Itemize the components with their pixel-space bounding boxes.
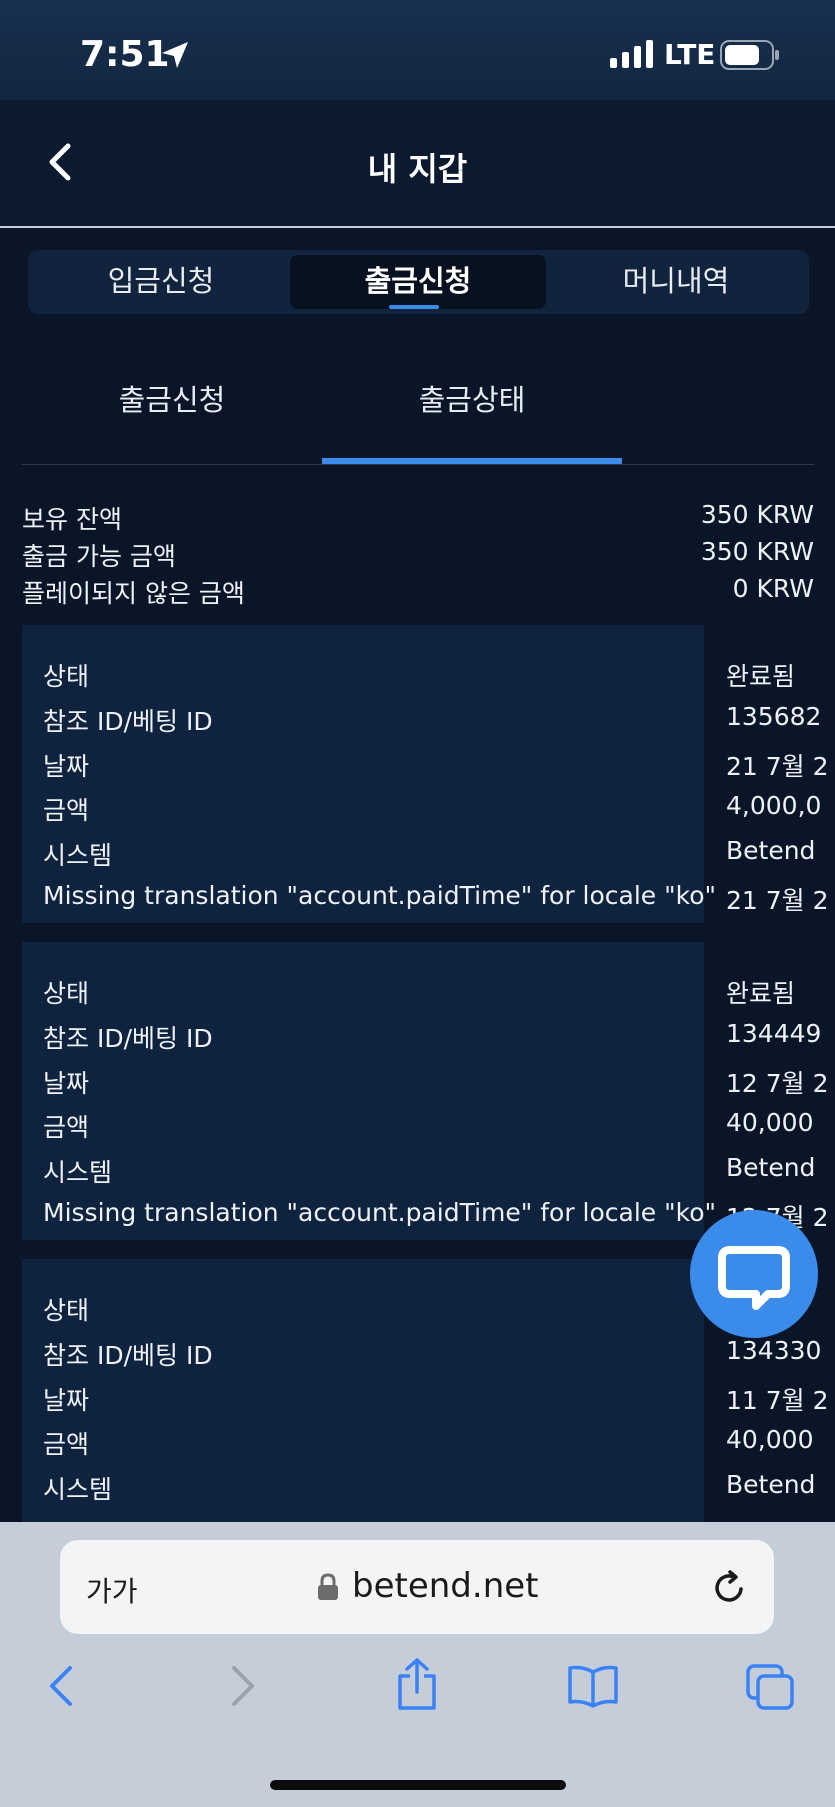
row-value: 134330	[726, 1336, 822, 1365]
row-label: 참조 ID/베팅 ID	[43, 1024, 213, 1053]
chevron-left-icon	[50, 1666, 72, 1706]
row-value: Betend	[726, 1153, 816, 1182]
transaction-status-row: 상태 완료됨	[22, 649, 835, 693]
browser-toolbar: 가가 betend.net	[0, 1522, 835, 1807]
tab-deposit-request[interactable]: 입금신청	[33, 255, 289, 309]
row-label: 날짜	[43, 752, 90, 781]
transaction-date-row: 날짜 12 7월 2	[22, 1056, 835, 1100]
subtab-label: 출금신청	[118, 383, 226, 417]
status-time: 7:51	[80, 34, 170, 75]
lock-icon	[316, 1572, 340, 1606]
transaction-ref-row: 참조 ID/베팅 ID 134449	[22, 1011, 835, 1055]
row-label: 시스템	[43, 841, 113, 870]
tabs-button[interactable]	[744, 1662, 796, 1716]
row-value: 135682	[726, 702, 822, 731]
balance-value: 350 KRW	[700, 537, 814, 566]
transaction-card: 상태 완료됨 참조 ID/베팅 ID 134449 날짜 12 7월 2 금액 …	[22, 942, 835, 1240]
transaction-system-row: 시스템 Betend	[22, 828, 835, 872]
row-label: 상태	[43, 979, 90, 1008]
row-label: 시스템	[43, 1158, 113, 1187]
row-label: 참조 ID/베팅 ID	[43, 707, 213, 736]
tab-withdraw-request[interactable]: 출금신청	[290, 255, 546, 309]
sub-tabs: 출금신청 출금상태	[22, 360, 814, 465]
signal-icon	[610, 40, 654, 72]
row-label: Missing translation "account.paidTime" f…	[43, 881, 716, 910]
transaction-amount-row: 금액 40,000	[22, 1100, 835, 1144]
balance-row: 출금 가능 금액 350 KRW	[22, 537, 814, 574]
share-button[interactable]	[394, 1656, 440, 1716]
row-label: 참조 ID/베팅 ID	[43, 1341, 213, 1370]
browser-forward-button[interactable]	[222, 1662, 262, 1714]
tab-label: 출금신청	[364, 264, 472, 298]
row-value: 134449	[726, 1019, 822, 1048]
row-value: 21 7월 2	[726, 752, 829, 781]
balance-value: 0 KRW	[732, 574, 814, 603]
subtab-withdraw-status[interactable]: 출금상태	[322, 360, 622, 464]
transaction-ref-row: 참조 ID/베팅 ID 135682	[22, 694, 835, 738]
text-size-button[interactable]: 가가	[86, 1570, 138, 1610]
row-label: 날짜	[43, 1069, 90, 1098]
balance-label: 출금 가능 금액	[22, 542, 176, 571]
row-value: Betend	[726, 1470, 816, 1499]
balance-value: 350 KRW	[700, 500, 814, 529]
transaction-status-row: 상태 완료됨	[22, 966, 835, 1010]
book-icon	[568, 1665, 618, 1708]
chat-bubble-icon	[718, 1246, 790, 1310]
row-value: 12 7월 2	[726, 1069, 829, 1098]
chevron-right-icon	[232, 1666, 254, 1706]
balance-summary: 보유 잔액 350 KRW 출금 가능 금액 350 KRW 플레이되지 않은 …	[22, 500, 814, 611]
row-value: 40,000	[726, 1425, 814, 1454]
transaction-date-row: 날짜 21 7월 2	[22, 739, 835, 783]
row-label: 금액	[43, 796, 90, 825]
row-value: Betend	[726, 836, 816, 865]
bookmarks-button[interactable]	[566, 1662, 620, 1714]
row-label: 상태	[43, 662, 90, 691]
live-chat-button[interactable]	[690, 1210, 818, 1338]
tab-money-history[interactable]: 머니내역	[548, 255, 804, 309]
battery-icon	[720, 40, 780, 74]
active-tab-indicator	[389, 305, 439, 309]
network-type: LTE	[664, 38, 716, 71]
balance-label: 플레이되지 않은 금액	[22, 579, 245, 608]
browser-back-button[interactable]	[42, 1662, 82, 1714]
address-bar[interactable]: 가가 betend.net	[60, 1540, 774, 1634]
home-indicator	[270, 1780, 566, 1790]
subtab-withdraw-request[interactable]: 출금신청	[22, 360, 322, 460]
transaction-amount-row: 금액 40,000	[22, 1417, 835, 1461]
share-icon	[398, 1658, 436, 1710]
status-bar: 7:51 LTE	[0, 0, 835, 100]
row-label: 상태	[43, 1296, 90, 1325]
row-label: 금액	[43, 1113, 90, 1142]
main-tabs: 입금신청 출금신청 머니내역	[28, 250, 809, 314]
row-value: 완료됨	[726, 662, 796, 691]
transaction-system-row: 시스템 Betend	[22, 1462, 835, 1506]
location-icon	[160, 40, 190, 74]
transaction-card: 상태 완료됨 참조 ID/베팅 ID 135682 날짜 21 7월 2 금액 …	[22, 625, 835, 923]
subtab-label: 출금상태	[418, 383, 526, 417]
row-label: 시스템	[43, 1475, 113, 1504]
row-value: 4,000,0	[726, 791, 822, 820]
transaction-paid-time-row: Missing translation "account.paidTime" f…	[22, 873, 835, 917]
transaction-date-row: 날짜 11 7월 2	[22, 1373, 835, 1417]
row-label: 금액	[43, 1430, 90, 1459]
row-label: 날짜	[43, 1386, 90, 1415]
app-header: 내 지갑	[0, 100, 835, 228]
balance-row: 플레이되지 않은 금액 0 KRW	[22, 574, 814, 611]
row-value: 완료됨	[726, 979, 796, 1008]
reload-icon[interactable]	[710, 1568, 750, 1612]
row-value: 21 7월 2	[726, 886, 829, 915]
transaction-system-row: 시스템 Betend	[22, 1145, 835, 1189]
active-subtab-indicator	[322, 458, 622, 464]
row-value: 40,000	[726, 1108, 814, 1137]
balance-label: 보유 잔액	[22, 505, 122, 534]
url-text: betend.net	[352, 1566, 539, 1606]
balance-row: 보유 잔액 350 KRW	[22, 500, 814, 537]
page-title: 내 지갑	[367, 150, 468, 188]
row-value: 11 7월 2	[726, 1386, 829, 1415]
transaction-amount-row: 금액 4,000,0	[22, 783, 835, 827]
row-label: Missing translation "account.paidTime" f…	[43, 1198, 716, 1227]
tabs-icon	[746, 1664, 794, 1710]
